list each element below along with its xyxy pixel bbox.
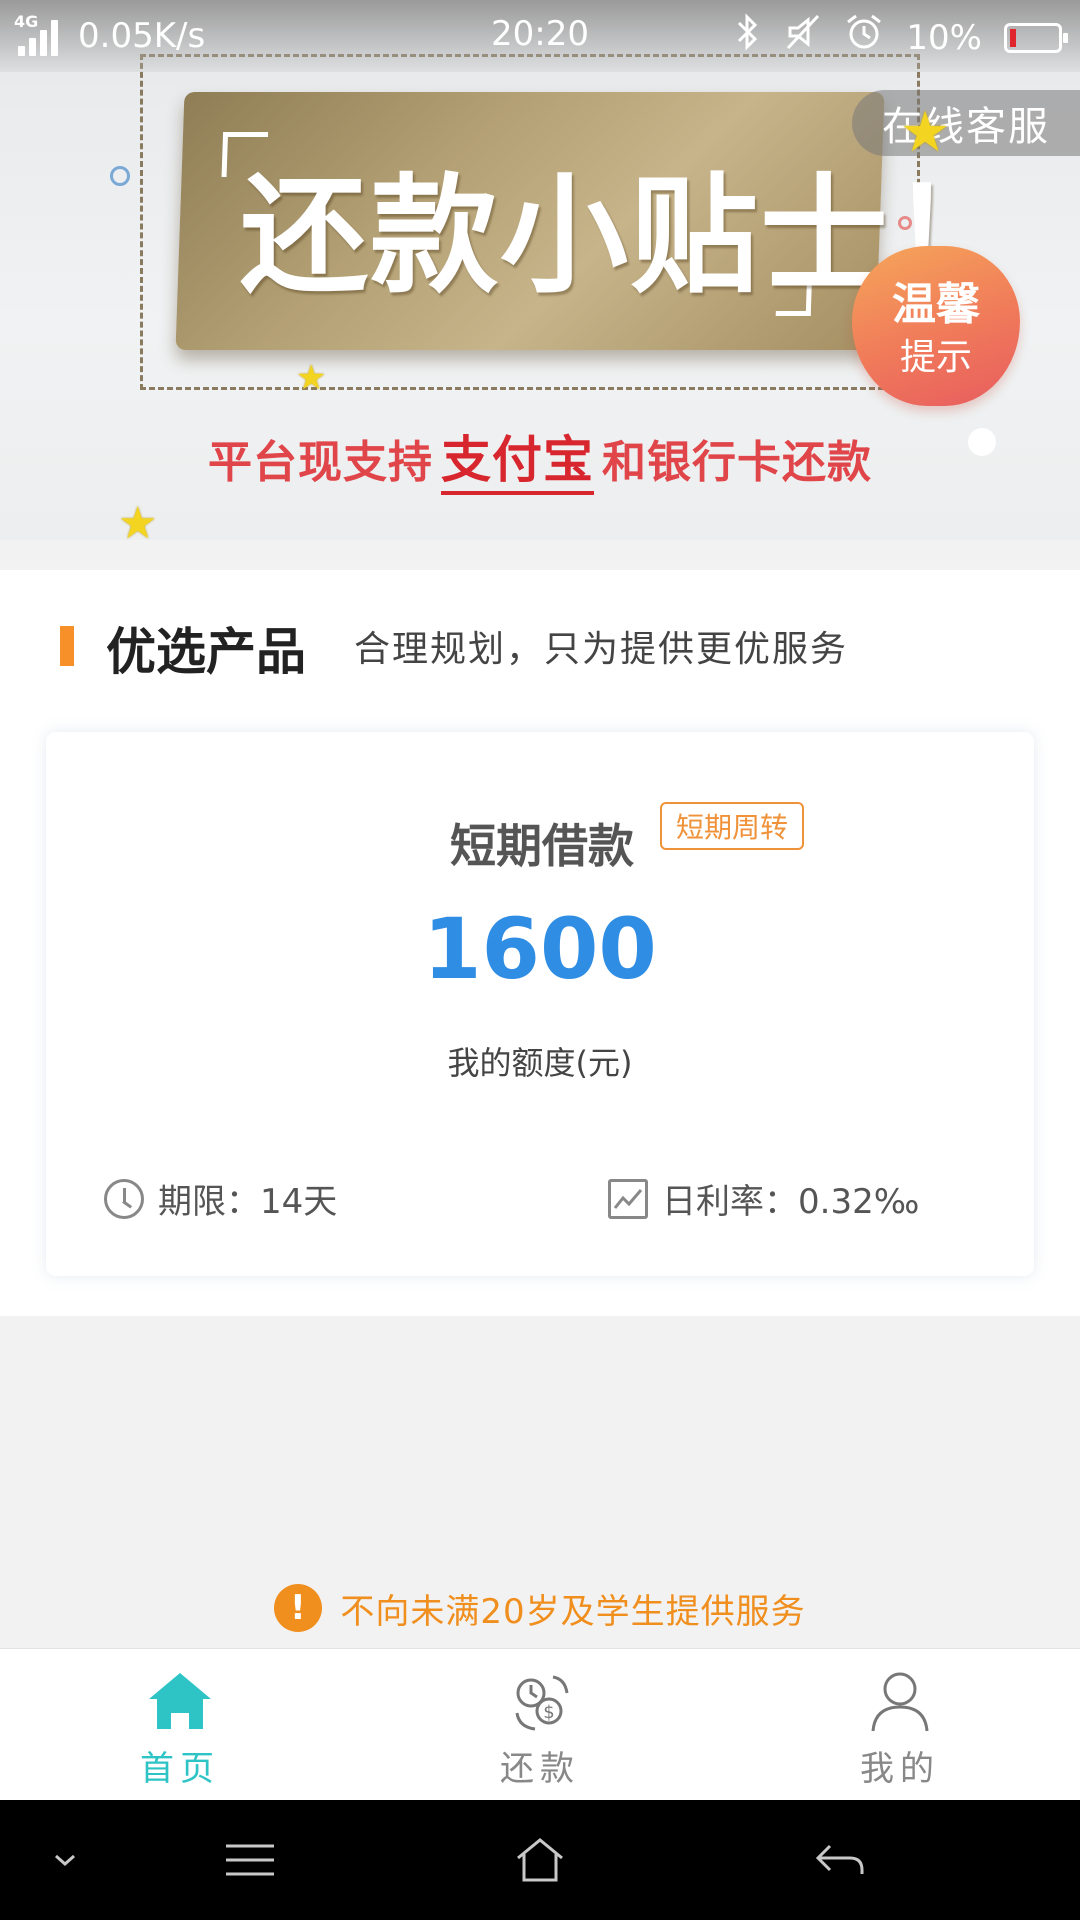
featured-products-section: 优选产品 合理规划，只为提供更优服务 短期借款 短期周转 1600 我的额度(元…	[0, 570, 1080, 1316]
product-tag: 短期周转	[660, 802, 805, 850]
tab-mine[interactable]: 我的	[720, 1649, 1080, 1800]
heart-badge: 温馨 提示	[852, 246, 1020, 406]
dot-decoration	[968, 428, 996, 456]
section-title: 优选产品	[106, 623, 306, 681]
repay-icon: $	[505, 1669, 575, 1735]
svg-text:$: $	[543, 1702, 554, 1723]
heart-badge-line1: 温馨	[892, 279, 980, 330]
star-icon: ★	[118, 498, 158, 540]
status-bar: 4G 0.05K/s 20:20 10%	[0, 0, 1080, 72]
section-accent-bar	[60, 626, 74, 666]
warning-icon: !	[274, 1584, 323, 1632]
section-subtitle: 合理规划，只为提供更优服务	[354, 629, 849, 670]
chevron-down-icon[interactable]	[40, 1800, 90, 1920]
ring-decoration	[110, 166, 130, 186]
menu-icon[interactable]	[210, 1800, 290, 1920]
tab-repay-label: 还款	[500, 1749, 580, 1789]
alarm-icon	[844, 12, 884, 63]
subline-highlight: 支付宝	[441, 431, 594, 495]
mute-icon	[784, 12, 822, 63]
battery-percent: 10%	[906, 17, 982, 58]
back-icon[interactable]	[800, 1800, 880, 1920]
bottom-tab-bar: 首页 $ 还款 我的	[0, 1648, 1080, 1800]
tab-mine-label: 我的	[860, 1749, 940, 1789]
credit-amount-label: 我的额度(元)	[447, 1044, 633, 1082]
star-icon: ★	[900, 100, 951, 165]
banner-headline: 还款小贴士！	[240, 162, 1021, 311]
promo-banner[interactable]: 还款小贴士！ 在线客服 温馨 提示 平台现支持 支付宝 和银行卡还款 ★ ★ ★	[0, 0, 1080, 540]
home-icon	[145, 1669, 215, 1735]
subline-suffix: 和银行卡还款	[602, 437, 872, 488]
loan-term: 期限：14天	[104, 1174, 337, 1223]
heart-badge-line2: 提示	[899, 337, 972, 378]
bluetooth-icon	[732, 12, 762, 63]
star-icon: ★	[296, 358, 327, 398]
tab-home-label: 首页	[140, 1749, 220, 1789]
age-notice-text: 不向未满20岁及学生提供服务	[340, 1591, 806, 1632]
ring-decoration	[898, 216, 912, 230]
system-nav-bar	[0, 1800, 1080, 1920]
loan-term-text: 期限：14天	[158, 1182, 338, 1222]
chart-icon	[608, 1178, 648, 1219]
product-card[interactable]: 短期借款 短期周转 1600 我的额度(元) 期限：14天 日利率：0.32‰	[46, 732, 1034, 1276]
tab-repay[interactable]: $ 还款	[360, 1649, 720, 1800]
profile-icon	[865, 1669, 935, 1735]
banner-subline: 平台现支持 支付宝 和银行卡还款	[0, 420, 1080, 495]
tab-home[interactable]: 首页	[0, 1649, 360, 1800]
screen: 还款小贴士！ 在线客服 温馨 提示 平台现支持 支付宝 和银行卡还款 ★ ★ ★ 4…	[0, 0, 1080, 1920]
subline-prefix: 平台现支持	[208, 437, 433, 488]
online-service-button[interactable]: 在线客服	[852, 90, 1080, 156]
daily-rate: 日利率：0.32‰	[608, 1174, 919, 1223]
credit-amount: 1600	[423, 900, 657, 998]
home-nav-icon[interactable]	[500, 1800, 580, 1920]
clock-icon	[104, 1178, 144, 1219]
age-notice: ! 不向未满20岁及学生提供服务	[0, 1580, 1080, 1636]
product-name: 短期借款	[450, 819, 634, 873]
daily-rate-text: 日利率：0.32‰	[662, 1182, 920, 1222]
battery-icon	[1004, 22, 1068, 53]
